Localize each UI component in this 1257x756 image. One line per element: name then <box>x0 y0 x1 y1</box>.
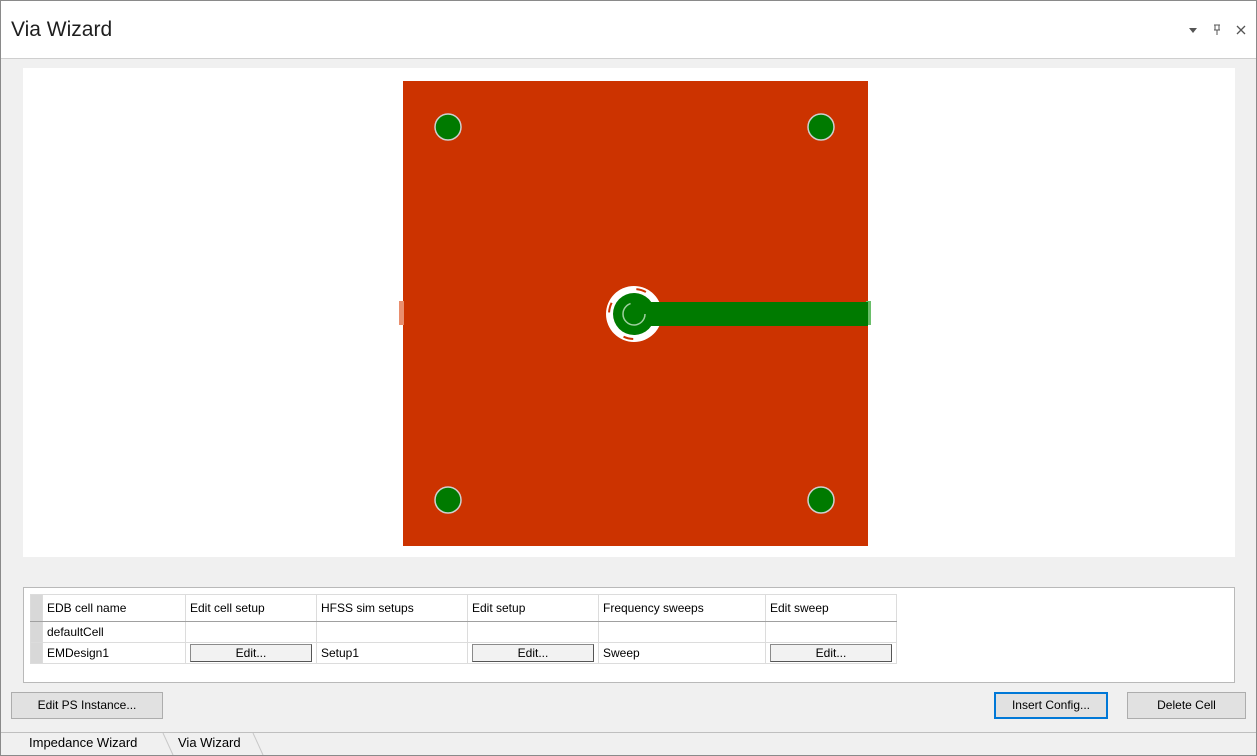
edit-cell-setup-cell: Edit... <box>185 642 317 664</box>
column-header[interactable]: Edit cell setup <box>185 594 317 622</box>
column-header[interactable]: Edit sweep <box>765 594 897 622</box>
column-header[interactable]: HFSS sim setups <box>316 594 468 622</box>
ground-via-bottom-right[interactable] <box>807 486 835 514</box>
signal-via-pad[interactable] <box>613 293 655 335</box>
edit-cell-setup-button[interactable]: Edit... <box>190 644 312 662</box>
edit-setup-cell: Edit... <box>467 642 599 664</box>
port-left-marker <box>399 301 404 325</box>
edit-sweep-cell <box>765 621 897 643</box>
table-row[interactable]: EMDesign1 Edit... Setup1 Edit... Sweep E… <box>30 642 897 664</box>
delete-cell-button[interactable]: Delete Cell <box>1127 692 1246 719</box>
row-selector[interactable] <box>30 621 43 643</box>
table-header-row: EDB cell name Edit cell setup HFSS sim s… <box>30 594 897 622</box>
title-bar: Via Wizard <box>1 1 1256 59</box>
row-selector[interactable] <box>30 642 43 664</box>
ground-via-top-right[interactable] <box>807 113 835 141</box>
via-wizard-window: Via Wizard EDB cell name Edit cell setup… <box>0 0 1257 756</box>
pin-icon[interactable] <box>1210 23 1224 37</box>
edit-sweep-cell: Edit... <box>765 642 897 664</box>
cell-setup-grid: EDB cell name Edit cell setup HFSS sim s… <box>23 587 1235 683</box>
edit-cell-setup-cell <box>185 621 317 643</box>
edit-ps-instance-button[interactable]: Edit PS Instance... <box>11 692 163 719</box>
edit-sweep-button[interactable]: Edit... <box>770 644 892 662</box>
ground-via-bottom-left[interactable] <box>434 486 462 514</box>
row-header-corner <box>30 594 43 622</box>
frequency-sweep-cell[interactable]: Sweep <box>598 642 766 664</box>
hfss-setup-cell[interactable]: Setup1 <box>316 642 468 664</box>
title-controls <box>1186 23 1248 37</box>
table-row[interactable]: defaultCell <box>30 621 897 643</box>
cell-name[interactable]: EMDesign1 <box>42 642 186 664</box>
column-header[interactable]: Edit setup <box>467 594 599 622</box>
cell-name[interactable]: defaultCell <box>42 621 186 643</box>
close-icon[interactable] <box>1234 23 1248 37</box>
tab-impedance-wizard[interactable]: Impedance Wizard <box>29 735 137 750</box>
dropdown-arrow-icon[interactable] <box>1186 23 1200 37</box>
tab-via-wizard[interactable]: Via Wizard <box>178 735 241 750</box>
window-title: Via Wizard <box>11 18 113 41</box>
column-header[interactable]: EDB cell name <box>42 594 186 622</box>
hfss-setup-cell[interactable] <box>316 621 468 643</box>
insert-config-button[interactable]: Insert Config... <box>994 692 1108 719</box>
via-layout-canvas[interactable] <box>23 68 1235 557</box>
document-tab-strip: Impedance Wizard Via Wizard <box>1 732 1256 755</box>
column-header[interactable]: Frequency sweeps <box>598 594 766 622</box>
signal-trace[interactable] <box>634 302 868 326</box>
edit-setup-cell <box>467 621 599 643</box>
ground-via-top-left[interactable] <box>434 113 462 141</box>
edit-setup-button[interactable]: Edit... <box>472 644 594 662</box>
cell-table: EDB cell name Edit cell setup HFSS sim s… <box>30 594 897 664</box>
frequency-sweep-cell[interactable] <box>598 621 766 643</box>
via-layout-viewport[interactable] <box>23 68 1235 557</box>
